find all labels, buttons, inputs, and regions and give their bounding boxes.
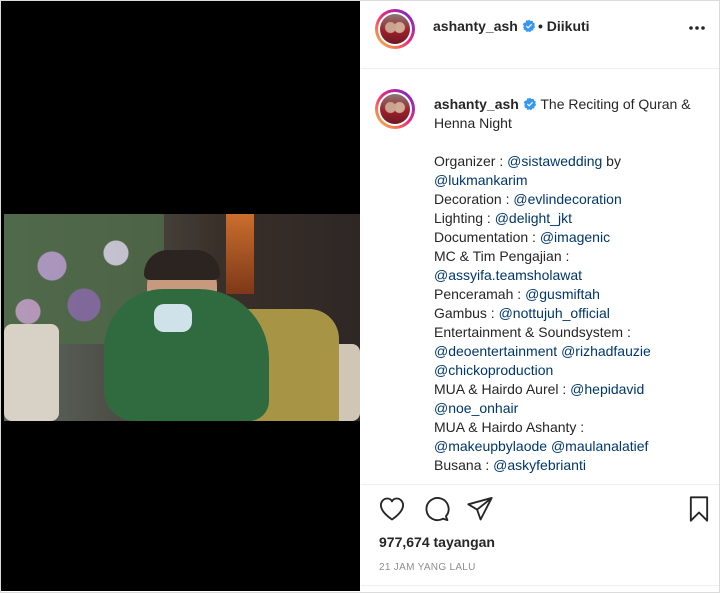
caption-segment: Lighting : xyxy=(434,210,495,226)
follow-status[interactable]: • Diikuti xyxy=(538,18,590,34)
caption-line: MUA & Hairdo Ashanty : xyxy=(434,418,709,437)
mention-link[interactable]: @chickoproduction xyxy=(434,362,553,378)
caption-line: Organizer : @sistawedding by xyxy=(434,152,709,171)
view-count[interactable]: 977,674 tayangan xyxy=(379,534,495,550)
caption-line: Entertainment & Soundsystem : xyxy=(434,323,709,342)
mention-link[interactable]: @rizhadfauzie xyxy=(561,343,651,359)
caption-line: MUA & Hairdo Aurel : @hepidavid xyxy=(434,380,709,399)
verified-badge-icon xyxy=(523,97,536,111)
caption-line: @deoentertainment @rizhadfauzie xyxy=(434,342,709,361)
caption-text: ashanty_ash The Reciting of Quran & Henn… xyxy=(434,95,709,475)
username-link[interactable]: ashanty_ash xyxy=(433,18,536,34)
mention-link[interactable]: @maulanalatief xyxy=(551,438,649,454)
caption-line: @lukmankarim xyxy=(434,171,709,190)
mention-link[interactable]: @gusmiftah xyxy=(525,286,600,302)
post-header: ashanty_ash • Diikuti xyxy=(361,0,719,69)
caption-segment: Penceramah : xyxy=(434,286,526,302)
username[interactable]: ashanty_ash xyxy=(433,18,518,34)
caption-line: Penceramah : @gusmiftah xyxy=(434,285,709,304)
caption-line: @assyifa.teamsholawat xyxy=(434,266,709,285)
caption-segment: Entertainment & Soundsystem : xyxy=(434,324,631,340)
caption-line: @chickoproduction xyxy=(434,361,709,380)
caption-line: Documentation : @imagenic xyxy=(434,228,709,247)
action-bar: 977,674 tayangan 21 JAM YANG LALU xyxy=(361,484,719,592)
caption-credits: Organizer : @sistawedding by @lukmankarim… xyxy=(434,152,709,475)
video-player[interactable] xyxy=(4,214,360,421)
mention-link[interactable]: @askyfebrianti xyxy=(493,457,586,473)
more-options-icon[interactable] xyxy=(687,18,707,38)
mention-link[interactable]: @assyifa.teamsholawat xyxy=(434,267,582,283)
caption-segment: Organizer : xyxy=(434,153,508,169)
caption-segment: MC & Tim Pengajian : xyxy=(434,248,570,264)
caption-line: @makeupbylaode @maulanalatief xyxy=(434,437,709,456)
caption-heading: ashanty_ash The Reciting of Quran & Henn… xyxy=(434,95,709,133)
send-icon[interactable] xyxy=(466,495,494,523)
caption-line: @noe_onhair xyxy=(434,399,709,418)
mention-link[interactable]: @makeupbylaode xyxy=(434,438,547,454)
caption-line: Decoration : @evlindecoration xyxy=(434,190,709,209)
comment-icon[interactable] xyxy=(422,495,450,523)
caption-username[interactable]: ashanty_ash xyxy=(434,96,519,112)
caption-line: Busana : @askyfebrianti xyxy=(434,456,709,475)
person-hair xyxy=(144,250,220,280)
mention-link[interactable]: @lukmankarim xyxy=(434,172,528,188)
mention-link[interactable]: @nottujuh_official xyxy=(499,305,610,321)
caption-segment: Gambus : xyxy=(434,305,499,321)
comment-area-divider xyxy=(361,585,719,592)
chair xyxy=(4,324,59,421)
mention-link[interactable]: @imagenic xyxy=(540,229,610,245)
caption-segment: MUA & Hairdo Ashanty : xyxy=(434,419,585,435)
avatar[interactable] xyxy=(375,89,415,129)
mention-link[interactable]: @sistawedding xyxy=(507,153,602,169)
post-media[interactable] xyxy=(1,1,360,591)
mention-link[interactable]: @delight_jkt xyxy=(495,210,572,226)
caption-line: Gambus : @nottujuh_official xyxy=(434,304,709,323)
caption-segment: Documentation : xyxy=(434,229,540,245)
heart-icon[interactable] xyxy=(378,495,406,523)
caption-section: ashanty_ash The Reciting of Quran & Henn… xyxy=(361,69,719,483)
mention-link[interactable]: @noe_onhair xyxy=(434,400,518,416)
mention-link[interactable]: @hepidavid xyxy=(570,381,644,397)
avatar[interactable] xyxy=(375,9,415,49)
background-light xyxy=(226,214,254,294)
caption-segment: Busana : xyxy=(434,457,494,473)
caption-segment: Decoration : xyxy=(434,191,514,207)
face-mask xyxy=(154,304,192,332)
caption-segment: by xyxy=(602,153,621,169)
mention-link[interactable]: @deoentertainment xyxy=(434,343,557,359)
caption-line: MC & Tim Pengajian : xyxy=(434,247,709,266)
bookmark-icon[interactable] xyxy=(685,495,713,523)
verified-badge-icon xyxy=(522,19,535,33)
caption-line: Lighting : @delight_jkt xyxy=(434,209,709,228)
caption-segment: MUA & Hairdo Aurel : xyxy=(434,381,571,397)
mention-link[interactable]: @evlindecoration xyxy=(513,191,621,207)
post-timestamp[interactable]: 21 JAM YANG LALU xyxy=(379,562,476,573)
